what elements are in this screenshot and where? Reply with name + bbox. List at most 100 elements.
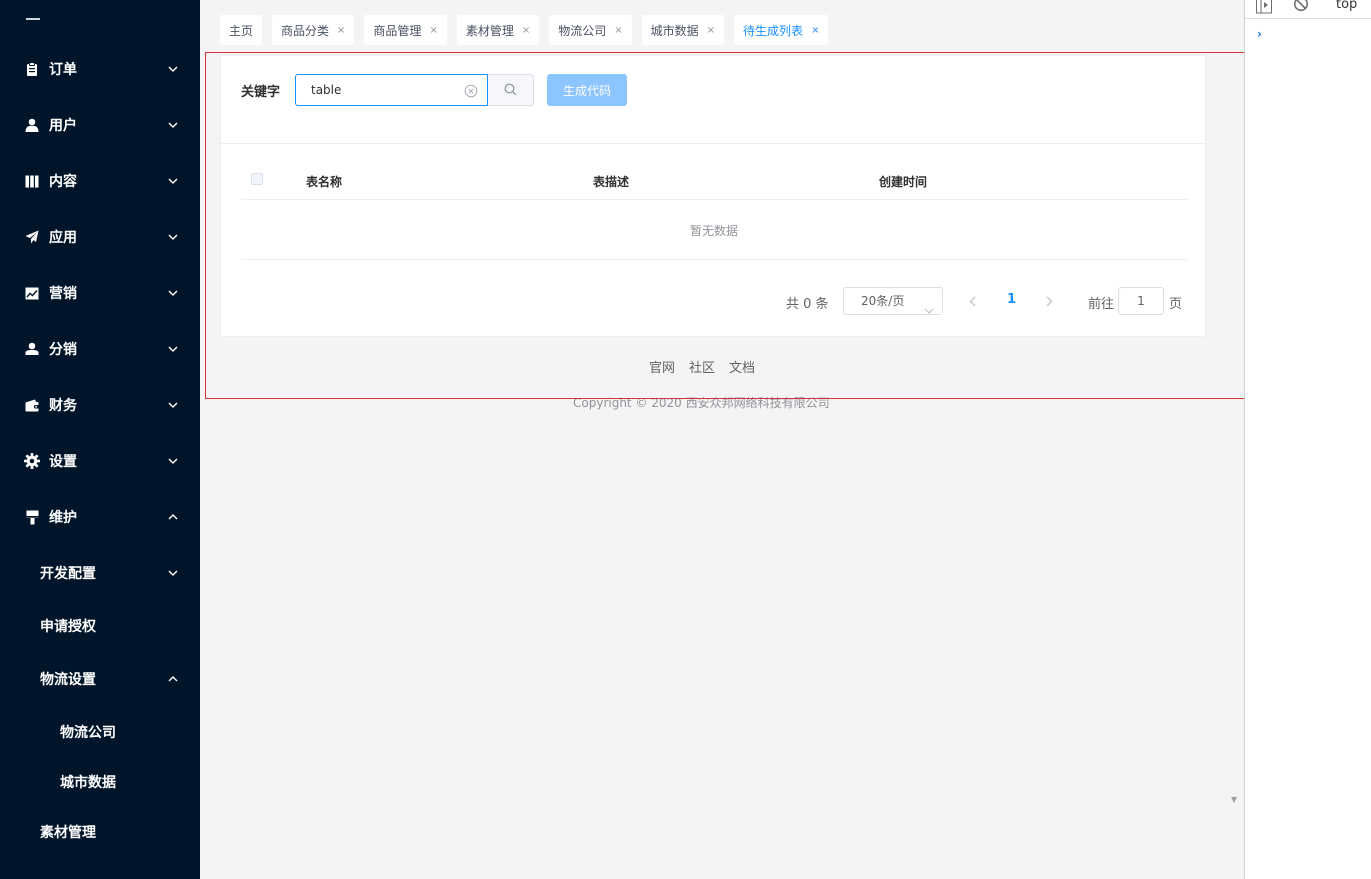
- goto-page-input[interactable]: [1118, 287, 1164, 315]
- tab-label: 城市数据: [650, 23, 699, 38]
- sidebar-subitem-logistics-company[interactable]: 物流公司: [0, 712, 200, 752]
- book-icon: [24, 173, 40, 189]
- sidebar-subitem-logistics-settings[interactable]: 物流设置: [0, 659, 200, 699]
- tab-label: 商品管理: [373, 23, 422, 38]
- sidebar-subitem-material[interactable]: 素材管理: [0, 812, 200, 852]
- tab-product-management[interactable]: 商品管理 ×: [364, 15, 447, 45]
- user-icon: [24, 117, 40, 133]
- table-header: 表名称 表描述 创建时间: [241, 161, 1187, 200]
- sidebar: 订单 用户 内容 应用 营销 分销 财务 设置 维护 开发配置 申请授权 物流设…: [0, 0, 200, 879]
- chevron-up-icon: [167, 511, 179, 523]
- tab-logistics-company[interactable]: 物流公司 ×: [549, 15, 632, 45]
- chevron-down-icon: [167, 287, 179, 299]
- close-icon[interactable]: ×: [522, 25, 530, 36]
- close-icon[interactable]: ×: [811, 25, 819, 36]
- sidebar-item-distribution[interactable]: 分销: [0, 329, 200, 369]
- devtools-toolbar: top: [1245, 0, 1371, 19]
- empty-row: 暂无数据: [241, 200, 1187, 260]
- tab-pending-list[interactable]: 待生成列表 ×: [734, 15, 829, 45]
- chevron-down-icon: [167, 119, 179, 131]
- main-card: 关键字 生成代码 表名称 表描述 创建时间 暂无数据 共 0 条 20条/页 1…: [220, 55, 1206, 337]
- footer-link-community[interactable]: 社区: [689, 357, 715, 376]
- sidebar-item-label: 订单: [49, 62, 77, 78]
- sidebar-item-label: 物流设置: [40, 672, 96, 688]
- sidebar-toggle-icon[interactable]: [1256, 0, 1272, 14]
- tab-label: 素材管理: [465, 23, 514, 38]
- sidebar-item-maintenance[interactable]: 维护: [0, 497, 200, 537]
- sidebar-item-label: 设置: [49, 454, 77, 470]
- column-header-created-time: 创建时间: [879, 175, 928, 189]
- tab-bar: 主页 商品分类 × 商品管理 × 素材管理 × 物流公司 × 城市数据 × 待生成列表 ×: [220, 15, 838, 45]
- clipboard-icon: [24, 61, 40, 77]
- tab-label: 商品分类: [281, 23, 330, 38]
- sidebar-item-content[interactable]: 内容: [0, 161, 200, 201]
- goto-label: 前往: [1088, 297, 1115, 312]
- clear-console-icon[interactable]: [1293, 0, 1309, 14]
- chevron-down-icon: [167, 175, 179, 187]
- sidebar-item-marketing[interactable]: 营销: [0, 273, 200, 313]
- empty-text: 暂无数据: [689, 224, 738, 238]
- tab-city-data[interactable]: 城市数据 ×: [641, 15, 725, 45]
- tab-label: 待生成列表: [743, 23, 804, 38]
- tab-material-management[interactable]: 素材管理 ×: [456, 15, 540, 45]
- next-page-button[interactable]: [1043, 294, 1055, 308]
- sidebar-item-orders[interactable]: 订单: [0, 49, 200, 89]
- sidebar-item-label: 用户: [49, 118, 77, 134]
- send-icon: [24, 229, 40, 245]
- sidebar-item-finance[interactable]: 财务: [0, 385, 200, 425]
- sidebar-item-label: 内容: [49, 174, 77, 190]
- sidebar-subitem-city-data[interactable]: 城市数据: [0, 762, 200, 802]
- console-prompt-icon[interactable]: ›: [1257, 27, 1262, 41]
- sidebar-item-label: 开发配置: [40, 566, 96, 582]
- sidebar-item-apps[interactable]: 应用: [0, 217, 200, 257]
- close-icon[interactable]: ×: [614, 25, 622, 36]
- close-icon[interactable]: ×: [337, 25, 345, 36]
- sidebar-item-label: 分销: [49, 342, 77, 358]
- chevron-down-icon: [167, 567, 179, 579]
- page-number-current[interactable]: 1: [1007, 292, 1016, 307]
- page-suffix-label: 页: [1169, 297, 1183, 312]
- pagination-total: 共 0 条: [786, 297, 829, 312]
- sidebar-item-settings[interactable]: 设置: [0, 441, 200, 481]
- chevron-down-icon: [167, 63, 179, 75]
- divider: [221, 143, 1205, 144]
- sidebar-item-label: 申请授权: [40, 619, 96, 635]
- brush-icon: [24, 509, 40, 525]
- tab-label: 物流公司: [558, 23, 607, 38]
- trend-chart-icon: [24, 285, 40, 301]
- tab-product-category[interactable]: 商品分类 ×: [272, 15, 355, 45]
- clear-icon[interactable]: [464, 83, 478, 98]
- sidebar-subitem-authorization[interactable]: 申请授权: [0, 606, 200, 646]
- page-size-value: 20条/页: [861, 294, 905, 308]
- sidebar-item-users[interactable]: 用户: [0, 105, 200, 145]
- search-button[interactable]: [488, 74, 534, 106]
- sidebar-item-label: 应用: [49, 230, 77, 246]
- chevron-up-icon: [167, 673, 179, 685]
- chevron-down-icon: [167, 455, 179, 467]
- sidebar-item-label: 财务: [49, 398, 77, 414]
- page-size-select[interactable]: 20条/页: [843, 287, 943, 315]
- select-all-checkbox[interactable]: [251, 173, 263, 185]
- chevron-down-icon: [167, 399, 179, 411]
- chevron-down-icon: [924, 297, 934, 314]
- scroll-down-icon[interactable]: ▼: [1231, 795, 1237, 804]
- generate-code-button[interactable]: 生成代码: [547, 74, 627, 106]
- chevron-down-icon: [167, 343, 179, 355]
- sidebar-subitem-dev-config[interactable]: 开发配置: [0, 553, 200, 593]
- sidebar-item-label: 营销: [49, 286, 77, 302]
- copyright-text: Copyright © 2020 西安众邦网络科技有限公司: [573, 396, 830, 410]
- tab-home[interactable]: 主页: [220, 15, 263, 45]
- close-icon[interactable]: ×: [429, 25, 437, 36]
- footer-link-official[interactable]: 官网: [649, 357, 675, 376]
- keyword-input[interactable]: [295, 74, 488, 106]
- person-icon: [24, 341, 40, 357]
- pagination: 共 0 条 20条/页 1 前往 页: [221, 287, 1207, 315]
- footer-link-docs[interactable]: 文档: [729, 357, 755, 376]
- close-icon[interactable]: ×: [707, 25, 715, 36]
- search-icon: [504, 81, 517, 100]
- sidebar-item-label: 维护: [49, 510, 77, 526]
- collapse-toggle[interactable]: [26, 18, 40, 20]
- sidebar-item-label: 城市数据: [60, 775, 116, 791]
- context-selector[interactable]: top: [1336, 0, 1357, 12]
- prev-page-button[interactable]: [966, 294, 978, 308]
